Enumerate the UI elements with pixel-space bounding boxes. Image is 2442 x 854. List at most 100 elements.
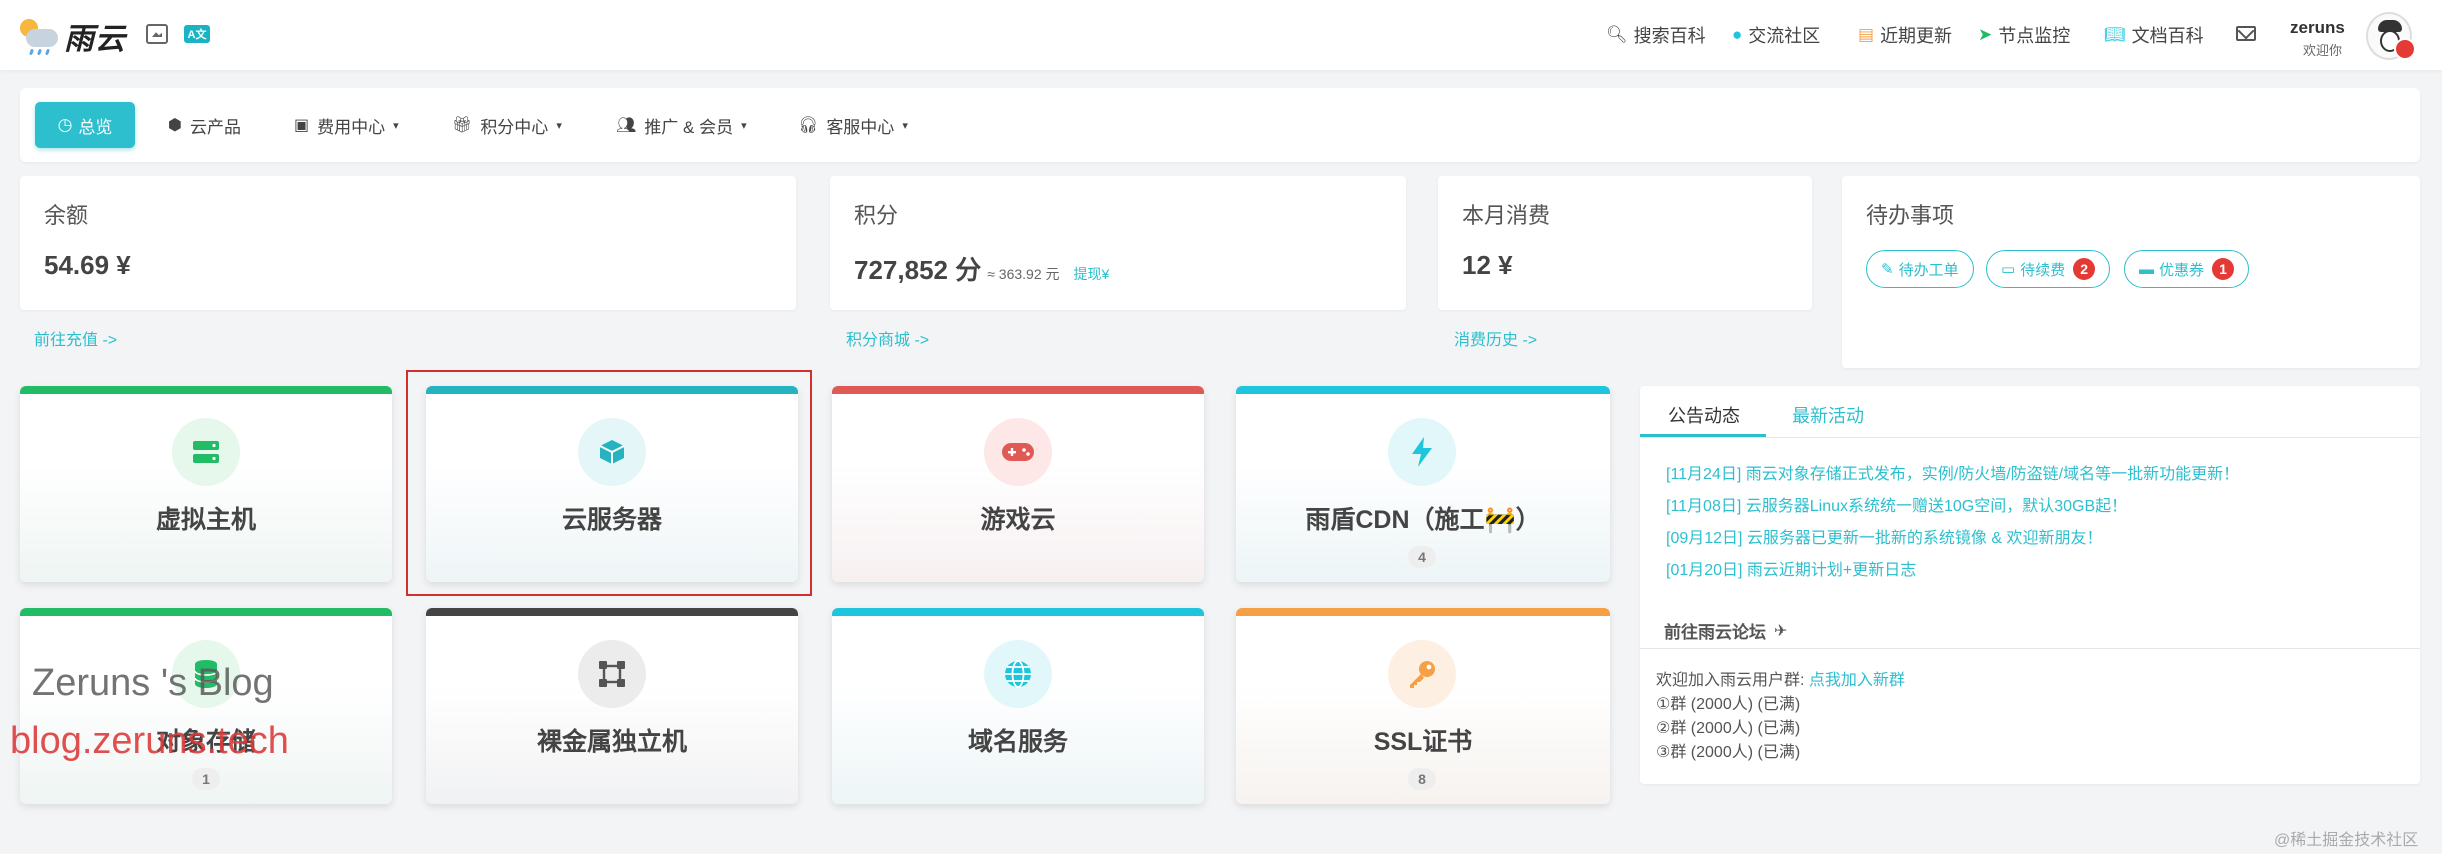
- product-card-virtual-host[interactable]: 虚拟主机: [20, 386, 392, 582]
- dashboard-icon: ◷: [57, 115, 73, 134]
- product-card-object-storage[interactable]: 对象存储 1: [20, 608, 392, 804]
- group-item: ②群 (2000人) (已满): [1656, 720, 1801, 737]
- highlight-annotation: [406, 370, 812, 596]
- image-icon[interactable]: [146, 24, 168, 44]
- product-card-domain[interactable]: 域名服务: [832, 608, 1204, 804]
- avatar-status-icon: [2394, 38, 2416, 60]
- bolt-icon: [1388, 418, 1456, 486]
- product-name: 虚拟主机: [155, 506, 256, 534]
- topnav-search-wiki[interactable]: 🔍︎ 搜索百科: [1606, 22, 1706, 48]
- nav-referral[interactable]: 👥︎ 推广 & 会员 ▾: [616, 110, 747, 140]
- gift-icon: 🎁︎: [452, 117, 473, 134]
- tab-announcements[interactable]: 公告动态: [1668, 402, 1740, 428]
- product-card-bare-metal[interactable]: 裸金属独立机: [426, 608, 798, 804]
- nav-cloud-products[interactable]: ⬢ 云产品: [168, 110, 241, 140]
- user-greeting: 欢迎你: [2303, 43, 2343, 58]
- group-item: ①群 (2000人) (已满): [1656, 696, 1801, 713]
- coupon-icon: ▬: [2139, 260, 2154, 278]
- group-intro: 欢迎加入雨云用户群: 点我加入新群: [1656, 672, 1905, 689]
- points-card: 积分 727,852 分 ≈ 363.92 元提现¥: [830, 176, 1406, 310]
- product-name: SSL证书: [1373, 728, 1473, 756]
- card-accent: [832, 386, 1204, 394]
- product-card-cdn[interactable]: 雨盾CDN（施工🚧） 4: [1236, 386, 1610, 582]
- monthly-value: 12 ¥: [1462, 250, 1513, 280]
- server-icon: [172, 418, 240, 486]
- monthly-title: 本月消费: [1462, 203, 1551, 228]
- newspaper-icon: ▤: [1858, 25, 1875, 44]
- book-icon: 📖︎: [2104, 25, 2126, 44]
- user-name[interactable]: zeruns: [2290, 18, 2345, 38]
- todo-tickets-button[interactable]: ✎ 待办工单: [1866, 250, 1974, 288]
- cubes-icon: ⬢: [168, 117, 182, 134]
- todo-renew-button[interactable]: ▭ 待续费 2: [1986, 250, 2111, 288]
- key-icon: [1388, 640, 1456, 708]
- weather-logo-icon: [16, 15, 62, 57]
- money-icon: ▣: [294, 117, 310, 134]
- card-accent: [426, 608, 798, 616]
- product-card-game-cloud[interactable]: 游戏云: [832, 386, 1204, 582]
- points-mall-link[interactable]: 积分商城 ->: [846, 326, 929, 350]
- translate-icon[interactable]: A文: [184, 25, 210, 43]
- tab-activities[interactable]: 最新活动: [1792, 402, 1864, 428]
- todo-card: 待办事项 ✎ 待办工单 ▭ 待续费 2 ▬ 优惠券 1: [1842, 176, 2420, 368]
- monthly-spend-card: 本月消费 12 ¥: [1438, 176, 1812, 310]
- logo-text: 雨云: [64, 23, 126, 56]
- globe-icon: [984, 640, 1052, 708]
- chevron-down-icon: ▾: [556, 119, 562, 132]
- vector-square-icon: [578, 640, 646, 708]
- users-icon: 👥︎: [616, 117, 637, 134]
- chevron-down-icon: ▾: [902, 119, 908, 132]
- blog-watermark-title: Zeruns 's Blog: [32, 662, 274, 704]
- product-name: 雨盾CDN（施工🚧）: [1305, 506, 1541, 534]
- topnav-community[interactable]: ● 交流社区: [1732, 22, 1820, 48]
- balance-value: 54.69 ¥: [44, 250, 131, 280]
- spend-history-link[interactable]: 消费历史 ->: [1454, 326, 1537, 350]
- nav-billing[interactable]: ▣ 费用中心 ▾: [294, 110, 399, 140]
- points-title: 积分: [854, 203, 899, 228]
- product-name: 域名服务: [967, 728, 1068, 756]
- card-accent: [1236, 386, 1610, 394]
- topnav-docs[interactable]: 📖︎ 文档百科: [2104, 22, 2204, 48]
- nav-points[interactable]: 🎁︎ 积分中心 ▾: [452, 110, 562, 140]
- nav-overview[interactable]: ◷ 总览: [35, 102, 135, 148]
- todo-title: 待办事项: [1866, 203, 1955, 228]
- headset-icon: 🎧︎: [798, 117, 819, 134]
- product-name: 游戏云: [980, 506, 1056, 534]
- blog-watermark-url: blog.zeruns.tech: [10, 720, 289, 762]
- divider: [1640, 648, 2420, 649]
- penguin-icon: ●: [1732, 25, 1743, 44]
- product-name: 裸金属独立机: [536, 728, 687, 756]
- paper-plane-icon: ✈: [1774, 622, 1788, 640]
- ticket-icon: ▭: [2001, 261, 2016, 278]
- join-group-link[interactable]: 点我加入新群: [1809, 672, 1905, 689]
- product-card-ssl[interactable]: SSL证书 8: [1236, 608, 1610, 804]
- balance-title: 余额: [44, 203, 89, 228]
- card-accent: [20, 608, 392, 616]
- gamepad-icon: [984, 418, 1052, 486]
- product-count-badge: 4: [1408, 546, 1436, 568]
- topnav-updates[interactable]: ▤ 近期更新: [1858, 22, 1952, 48]
- top-header: 雨云 A文 🔍︎ 搜索百科 ● 交流社区 ▤ 近期更新 ➤ 节点监控 📖︎ 文档…: [0, 0, 2442, 70]
- todo-coupon-button[interactable]: ▬ 优惠券 1: [2124, 250, 2250, 288]
- announcement-item[interactable]: [11月24日] 雨云对象存储正式发布，实例/防火墙/防盗链/域名等一批新功能更…: [1666, 460, 2239, 484]
- send-icon: ➤: [1978, 25, 1993, 44]
- product-count-badge: 8: [1408, 768, 1436, 790]
- recharge-link[interactable]: 前往充值 ->: [34, 326, 117, 350]
- balance-card: 余额 54.69 ¥: [20, 176, 796, 310]
- main-nav: ◷ 总览 ⬢ 云产品 ▣ 费用中心 ▾ 🎁︎ 积分中心 ▾ 👥︎ 推广 & 会员…: [20, 88, 2420, 162]
- mail-icon[interactable]: [2236, 26, 2256, 41]
- card-accent: [832, 608, 1204, 616]
- forum-link[interactable]: 前往雨云论坛 ✈: [1664, 618, 1787, 643]
- product-count-badge: 1: [192, 768, 220, 790]
- chevron-down-icon: ▾: [741, 119, 747, 132]
- announcement-item[interactable]: [09月12日] 云服务器已更新一批新的系统镜像 & 欢迎新朋友！: [1666, 524, 2103, 548]
- withdraw-link[interactable]: 提现¥: [1074, 266, 1110, 282]
- points-value: 727,852 分: [854, 255, 982, 285]
- announcement-item[interactable]: [01月20日] 雨云近期计划+更新日志: [1666, 556, 1916, 580]
- source-watermark: @稀土掘金技术社区: [2274, 832, 2419, 849]
- announcement-item[interactable]: [11月08日] 云服务器Linux系统统一赠送10G空间，默认30GB起！: [1666, 492, 2127, 516]
- logo[interactable]: 雨云: [16, 14, 126, 58]
- topnav-monitor[interactable]: ➤ 节点监控: [1978, 22, 2070, 48]
- announcement-panel: 公告动态 最新活动 [11月24日] 雨云对象存储正式发布，实例/防火墙/防盗链…: [1640, 386, 2420, 784]
- nav-support[interactable]: 🎧︎ 客服中心 ▾: [798, 110, 908, 140]
